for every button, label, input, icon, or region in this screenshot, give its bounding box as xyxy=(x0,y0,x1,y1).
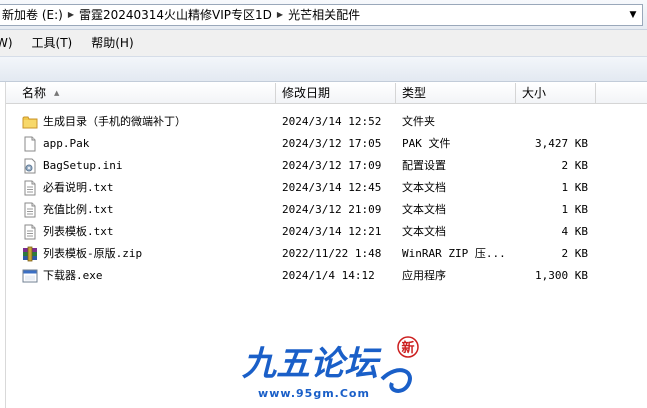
watermark-badge: 新 xyxy=(401,340,414,356)
file-date: 2022/11/22 1:48 xyxy=(282,247,382,260)
file-name-cell[interactable]: 充值比例.txt xyxy=(22,199,276,221)
file-type: 文件夹 xyxy=(402,115,435,128)
column-header-date-label: 修改日期 xyxy=(282,86,331,100)
file-size: 4 KB xyxy=(561,225,589,238)
watermark-url: www.95gm.Com xyxy=(258,387,370,400)
file-row[interactable]: 列表模板.txt 2024/3/14 12:21 文本文档 4 KB xyxy=(6,221,647,243)
file-name: 列表模板.txt xyxy=(43,225,114,238)
toolbar xyxy=(0,56,647,82)
menu-tools[interactable]: 工具(T) xyxy=(23,32,83,54)
file-row[interactable]: 生成目录（手机的微端补丁） 2024/3/14 12:52 文件夹 xyxy=(6,111,647,133)
breadcrumb-chevron-icon[interactable]: ▶ xyxy=(274,5,286,25)
address-bar: 新加卷 (E:) ▶ 雷霆20240314火山精修VIP专区1D ▶ 光芒相关配… xyxy=(0,0,647,30)
file-name-cell[interactable]: 必看说明.txt xyxy=(22,177,276,199)
breadcrumb-folder[interactable]: 雷霆20240314火山精修VIP专区1D xyxy=(77,5,274,25)
chevron-down-icon[interactable]: ▼ xyxy=(626,8,640,22)
file-row[interactable]: 下载器.exe 2024/1/4 14:12 应用程序 1,300 KB xyxy=(6,265,647,287)
column-header-row: 名称 ▲ 修改日期 类型 大小 xyxy=(6,83,647,104)
file-name: 必看说明.txt xyxy=(43,181,114,194)
file-date: 2024/3/12 21:09 xyxy=(282,203,382,216)
file-name-cell[interactable]: 下载器.exe xyxy=(22,265,276,287)
file-name-cell[interactable]: 列表模板.txt xyxy=(22,221,276,243)
file-size: 3,427 KB xyxy=(535,137,588,150)
column-header-date[interactable]: 修改日期 xyxy=(276,83,396,103)
file-date: 2024/3/14 12:21 xyxy=(282,225,382,238)
zip-archive-icon xyxy=(22,246,38,262)
file-row[interactable]: 充值比例.txt 2024/3/12 21:09 文本文档 1 KB xyxy=(6,199,647,221)
file-name-cell[interactable]: app.Pak xyxy=(22,133,276,155)
file-name: 下载器.exe xyxy=(43,269,103,282)
file-name-cell[interactable]: BagSetup.ini xyxy=(22,155,276,177)
file-row[interactable]: BagSetup.ini 2024/3/12 17:09 配置设置 2 KB xyxy=(6,155,647,177)
breadcrumb-current-folder[interactable]: 光芒相关配件 xyxy=(286,5,362,25)
file-type: 文本文档 xyxy=(402,225,446,238)
column-header-name-label: 名称 xyxy=(22,86,47,100)
menu-help[interactable]: 帮助(H) xyxy=(82,32,143,54)
watermark-title: 九五论坛 xyxy=(241,344,382,384)
file-row[interactable]: app.Pak 2024/3/12 17:05 PAK 文件 3,427 KB xyxy=(6,133,647,155)
file-name: BagSetup.ini xyxy=(43,159,123,172)
file-type: 文本文档 xyxy=(402,181,446,194)
text-file-icon xyxy=(22,180,38,196)
breadcrumb-chevron-icon[interactable]: ▶ xyxy=(65,5,77,25)
file-name-cell[interactable]: 列表模板-原版.zip xyxy=(22,243,276,265)
file-date: 2024/3/12 17:09 xyxy=(282,159,382,172)
breadcrumb-drive[interactable]: 新加卷 (E:) xyxy=(0,5,65,25)
file-name: 生成目录（手机的微端补丁） xyxy=(43,115,186,128)
file-date: 2024/3/14 12:45 xyxy=(282,181,382,194)
file-type: 应用程序 xyxy=(402,269,446,282)
file-name: app.Pak xyxy=(43,137,90,150)
file-icon xyxy=(22,136,38,152)
application-icon xyxy=(22,268,38,284)
file-row[interactable]: 必看说明.txt 2024/3/14 12:45 文本文档 1 KB xyxy=(6,177,647,199)
sort-ascending-icon: ▲ xyxy=(54,89,60,97)
file-date: 2024/1/4 14:12 xyxy=(282,269,375,282)
file-name: 列表模板-原版.zip xyxy=(43,247,143,260)
text-file-icon xyxy=(22,202,38,218)
column-header-name[interactable]: 名称 ▲ xyxy=(16,83,276,103)
column-header-size[interactable]: 大小 xyxy=(516,83,596,103)
menu-bar: W) 工具(T) 帮助(H) xyxy=(0,30,647,56)
file-size: 1 KB xyxy=(561,181,589,194)
text-file-icon xyxy=(22,224,38,240)
file-size: 1,300 KB xyxy=(535,269,588,282)
column-header-size-label: 大小 xyxy=(522,86,547,100)
breadcrumb[interactable]: 新加卷 (E:) ▶ 雷霆20240314火山精修VIP专区1D ▶ 光芒相关配… xyxy=(0,4,643,26)
file-type: 配置设置 xyxy=(402,159,446,172)
file-name: 充值比例.txt xyxy=(43,203,114,216)
forum-watermark-logo: 九五论坛 新 www.95gm.Com xyxy=(240,336,419,400)
file-date: 2024/3/12 17:05 xyxy=(282,137,382,150)
column-header-type-label: 类型 xyxy=(402,86,427,100)
file-type: WinRAR ZIP 压... xyxy=(402,247,506,260)
file-size: 1 KB xyxy=(561,203,589,216)
file-size: 2 KB xyxy=(561,247,589,260)
file-date: 2024/3/14 12:52 xyxy=(282,115,382,128)
folder-icon xyxy=(22,114,38,130)
column-header-type[interactable]: 类型 xyxy=(396,83,516,103)
file-size: 2 KB xyxy=(561,159,589,172)
file-type: PAK 文件 xyxy=(402,137,451,150)
file-name-cell[interactable]: 生成目录（手机的微端补丁） xyxy=(22,111,276,133)
menu-view[interactable]: W) xyxy=(0,32,23,54)
file-row[interactable]: 列表模板-原版.zip 2022/11/22 1:48 WinRAR ZIP 压..… xyxy=(6,243,647,265)
watermark-swirl-icon xyxy=(380,368,412,393)
settings-file-icon xyxy=(22,158,38,174)
file-type: 文本文档 xyxy=(402,203,446,216)
